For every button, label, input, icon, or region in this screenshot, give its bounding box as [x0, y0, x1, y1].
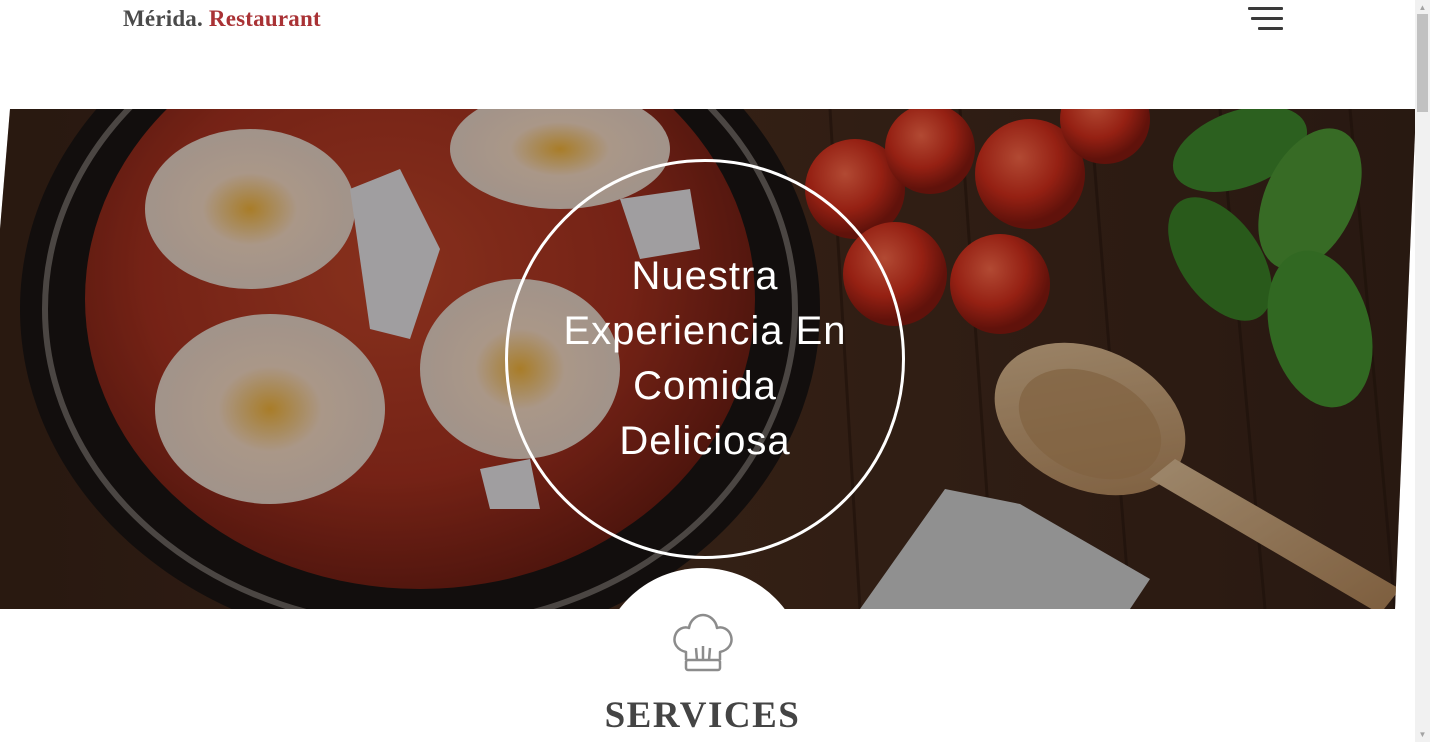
brand-accent: Restaurant — [208, 6, 321, 31]
chef-hat-icon — [673, 613, 733, 672]
scrollbar-thumb[interactable] — [1417, 14, 1428, 112]
vertical-scrollbar[interactable]: ▲ ▼ — [1415, 0, 1430, 742]
menu-line — [1248, 7, 1283, 10]
scroll-down-arrow-icon[interactable]: ▼ — [1415, 727, 1430, 742]
menu-line — [1258, 27, 1283, 30]
site-logo[interactable]: Mérida. Restaurant — [123, 6, 321, 32]
brand-name: Mérida. — [123, 6, 203, 31]
scroll-up-arrow-icon[interactable]: ▲ — [1415, 0, 1430, 15]
hero-headline-circle: Nuestra Experiencia En Comida Deliciosa — [505, 159, 905, 559]
menu-line — [1251, 17, 1283, 20]
hamburger-menu-icon[interactable] — [1248, 6, 1284, 32]
hero-title: Nuestra Experiencia En Comida Deliciosa — [563, 254, 847, 463]
hero-banner: Nuestra Experiencia En Comida Deliciosa — [0, 109, 1416, 609]
services-heading: SERVICES — [604, 695, 801, 736]
page: Mérida. Restaurant Nuestra Experiencia E… — [0, 0, 1430, 742]
